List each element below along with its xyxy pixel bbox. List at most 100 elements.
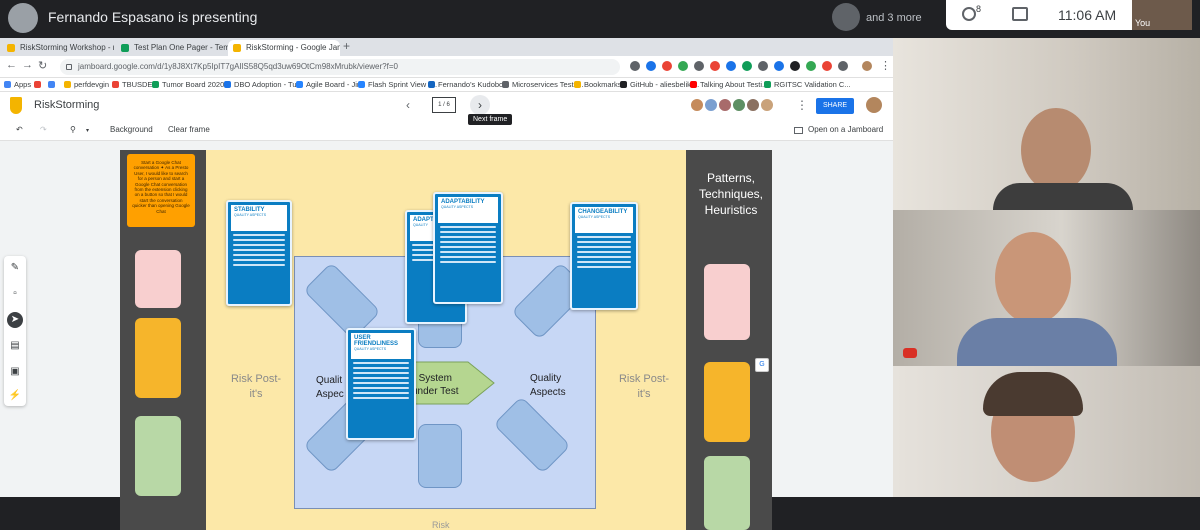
collaborator-avatar[interactable] bbox=[732, 98, 746, 112]
bookmark-item[interactable]: Fernando's Kudobo... bbox=[428, 80, 509, 89]
extension-icon[interactable] bbox=[774, 61, 784, 71]
frame-counter[interactable]: 1 / 6 bbox=[432, 97, 456, 113]
background-button[interactable]: Background bbox=[110, 125, 153, 134]
bookmark-folder[interactable]: Bookmarks bbox=[574, 80, 622, 89]
menu-icon[interactable]: ⋮ bbox=[880, 59, 891, 72]
zoom-icon[interactable]: ⚲ bbox=[70, 125, 76, 134]
new-tab-button[interactable]: + bbox=[343, 39, 350, 53]
tab-test-plan[interactable]: Test Plan One Pager - Template bbox=[116, 40, 228, 56]
clear-frame-button[interactable]: Clear frame bbox=[168, 125, 210, 134]
reload-icon[interactable]: ↻ bbox=[38, 59, 47, 72]
extension-icon[interactable] bbox=[678, 61, 688, 71]
star-icon[interactable] bbox=[630, 61, 640, 71]
sticky-note[interactable] bbox=[704, 264, 750, 340]
more-options-icon[interactable]: ⋮ bbox=[796, 98, 808, 112]
extension-icon[interactable] bbox=[662, 61, 672, 71]
redo-icon[interactable]: ↷ bbox=[40, 125, 47, 134]
bookmark-item[interactable]: Microservices Tests... bbox=[502, 80, 584, 89]
account-avatar[interactable] bbox=[866, 97, 882, 113]
zoom-dropdown-icon[interactable]: ▾ bbox=[86, 127, 89, 134]
collaborator-avatar[interactable] bbox=[746, 98, 760, 112]
translate-icon[interactable]: G bbox=[755, 358, 769, 372]
pen-icon[interactable]: ✎ bbox=[7, 260, 23, 276]
image-icon[interactable]: ▣ bbox=[7, 364, 23, 380]
laser-icon[interactable]: ⚡ bbox=[7, 388, 23, 404]
jam-title[interactable]: RiskStorming bbox=[34, 99, 99, 111]
card-text-line bbox=[353, 377, 409, 379]
collaborator-avatar[interactable] bbox=[690, 98, 704, 112]
tab-label: RiskStorming Workshop - main bbox=[20, 43, 114, 52]
adaptability-card[interactable]: ADAPTABILITY QUALITY ASPECTS bbox=[433, 192, 503, 304]
stability-card[interactable]: STABILITY QUALITY ASPECTS bbox=[226, 200, 292, 306]
extension-icon[interactable] bbox=[822, 61, 832, 71]
browser-window: RiskStorming Workshop - main Test Plan O… bbox=[0, 38, 893, 530]
tab-riskstorming-workshop[interactable]: RiskStorming Workshop - main bbox=[2, 40, 114, 56]
extension-icon[interactable] bbox=[694, 61, 704, 71]
collaborator-avatar[interactable] bbox=[704, 98, 718, 112]
share-button[interactable]: SHARE bbox=[816, 98, 854, 114]
sticky-note-icon[interactable]: ▤ bbox=[7, 338, 23, 354]
card-text-line bbox=[353, 397, 409, 399]
profile-icon[interactable] bbox=[862, 61, 872, 71]
select-icon[interactable]: ➤ bbox=[7, 312, 23, 328]
extension-icon[interactable] bbox=[758, 61, 768, 71]
bookmark-item[interactable]: DBO Adoption - Tu... bbox=[224, 80, 303, 89]
card-text-line bbox=[233, 264, 285, 266]
extension-icon[interactable] bbox=[710, 61, 720, 71]
undo-icon[interactable]: ↶ bbox=[16, 125, 23, 134]
sticky-note[interactable] bbox=[135, 318, 181, 398]
participant-video[interactable] bbox=[893, 366, 1200, 497]
chat-icon[interactable] bbox=[1012, 7, 1028, 21]
sticky-note[interactable] bbox=[135, 250, 181, 308]
card-text-line bbox=[577, 261, 631, 263]
people-icon[interactable] bbox=[962, 7, 976, 21]
participant-video[interactable] bbox=[893, 210, 1200, 366]
card-text-line bbox=[353, 362, 409, 364]
extension-icon[interactable] bbox=[790, 61, 800, 71]
forward-icon[interactable]: → bbox=[22, 59, 33, 71]
bookmark-item[interactable]: Talking About Testi... bbox=[690, 80, 768, 89]
people-count: 8 bbox=[976, 4, 982, 14]
diamond-shape[interactable] bbox=[418, 424, 462, 488]
bookmark-item[interactable]: Tumor Board 2020... bbox=[152, 80, 231, 89]
bookmark-item[interactable]: Agile Board - Jira bbox=[296, 80, 364, 89]
previous-frame-icon[interactable]: ‹ bbox=[406, 98, 410, 112]
risk-postits-left-label: Risk Post-it's bbox=[230, 373, 282, 401]
eraser-icon[interactable]: ▫ bbox=[7, 286, 23, 302]
card-text-line bbox=[353, 382, 409, 384]
next-frame-button[interactable]: › bbox=[470, 95, 490, 115]
collaborator-avatar[interactable] bbox=[718, 98, 732, 112]
participant-body bbox=[957, 318, 1117, 366]
changeability-card[interactable]: CHANGEABILITY QUALITY ASPECTS bbox=[570, 202, 638, 310]
sticky-note[interactable] bbox=[704, 456, 750, 530]
extension-icon[interactable] bbox=[806, 61, 816, 71]
user-friendliness-card[interactable]: USER FRIENDLINESS QUALITY ASPECTS bbox=[346, 328, 416, 440]
bookmark-item[interactable]: TBUSDEV bbox=[112, 80, 157, 89]
participant-video[interactable] bbox=[893, 38, 1200, 210]
bookmark-apps[interactable]: Apps bbox=[4, 80, 31, 89]
sticky-note[interactable] bbox=[135, 416, 181, 496]
bookmark-item[interactable]: GitHub - aliesbelik/... bbox=[620, 80, 699, 89]
extension-icon[interactable] bbox=[838, 61, 848, 71]
more-participants-text: and 3 more bbox=[866, 12, 922, 24]
sut-label-line1: System bbox=[418, 373, 452, 384]
collaborator-avatar[interactable] bbox=[760, 98, 774, 112]
card-text-line bbox=[440, 226, 496, 228]
back-icon[interactable]: ← bbox=[6, 59, 17, 71]
card-text-line bbox=[577, 256, 631, 258]
sticky-note[interactable] bbox=[704, 362, 750, 442]
bookmark-item[interactable]: perfdevgin bbox=[64, 80, 109, 89]
card-subtitle: QUALITY ASPECTS bbox=[354, 347, 387, 351]
extension-icon[interactable] bbox=[726, 61, 736, 71]
bookmark-item[interactable]: RGITSC Validation C... bbox=[764, 80, 851, 89]
orange-sticky-note[interactable]: Start a Google Chat conversation ✦ As a … bbox=[127, 154, 195, 227]
extension-icon[interactable] bbox=[742, 61, 752, 71]
extension-icon[interactable] bbox=[646, 61, 656, 71]
bookmark-gmail[interactable] bbox=[34, 80, 44, 89]
tab-jamboard[interactable]: RiskStorming - Google Jamboard bbox=[228, 40, 340, 56]
open-on-jamboard-button[interactable]: Open on a Jamboard bbox=[808, 125, 883, 134]
bookmark-calendar[interactable] bbox=[48, 80, 58, 89]
clock: 11:06 AM bbox=[1058, 7, 1117, 23]
bookmark-item[interactable]: Flash Sprint View -... bbox=[358, 80, 437, 89]
address-bar[interactable]: jamboard.google.com/d/1y8J8Xt7Kp5IpIT7gA… bbox=[60, 59, 620, 75]
